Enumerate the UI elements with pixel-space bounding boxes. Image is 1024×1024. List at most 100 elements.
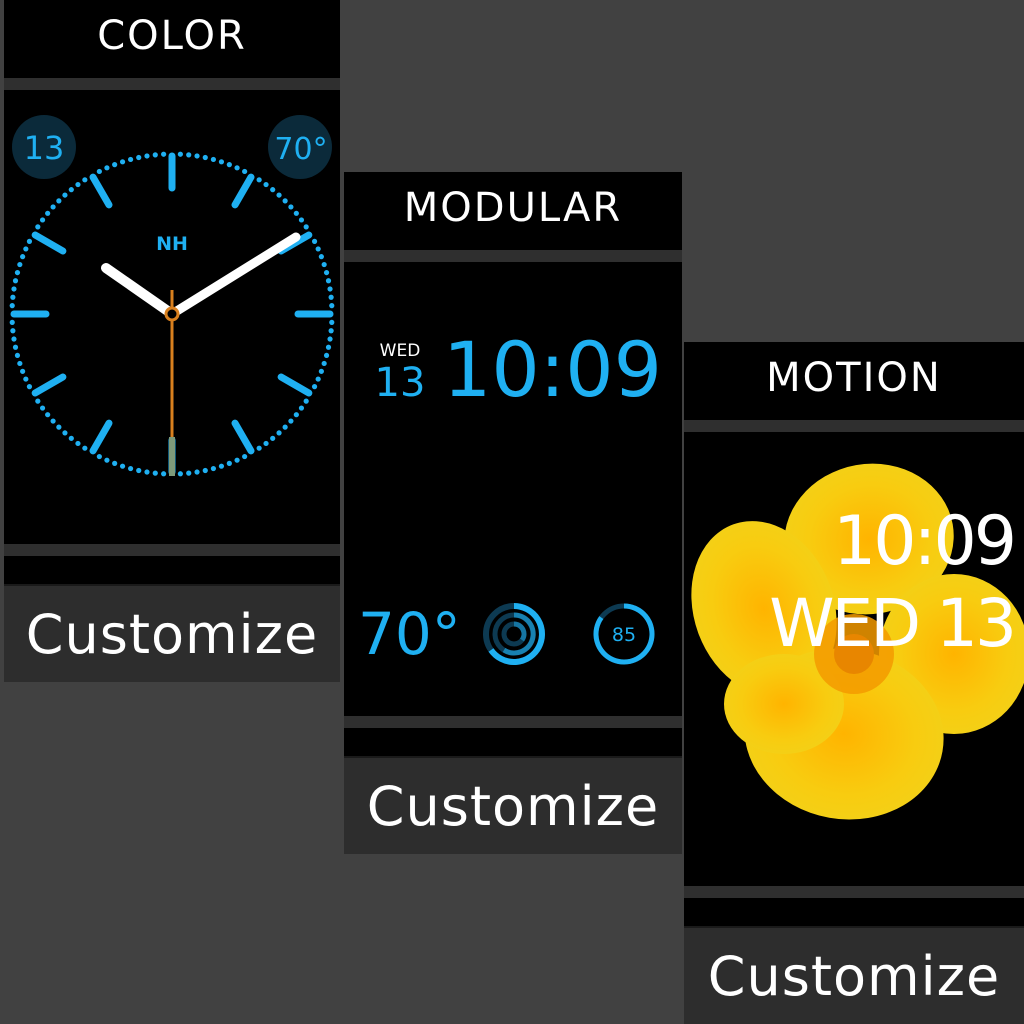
motion-face-card[interactable]: MOTION 10:09 WED 13 Customize	[684, 342, 1024, 1024]
minute-dot	[329, 319, 335, 325]
minute-dot	[50, 418, 56, 424]
minute-dot	[270, 435, 276, 441]
divider	[684, 886, 1024, 898]
minute-dot	[23, 376, 29, 382]
minute-dot	[263, 440, 269, 447]
modular-face-title: MODULAR	[403, 185, 623, 231]
minute-dot	[96, 453, 102, 460]
minute-dot	[242, 453, 248, 460]
date-complication[interactable]: 13	[24, 129, 65, 167]
minute-dot	[311, 238, 318, 244]
minute-dot	[328, 294, 334, 300]
minute-hand	[167, 232, 301, 319]
motion-watch-face[interactable]: 10:09 WED 13	[684, 434, 1024, 884]
minute-dot	[39, 405, 46, 411]
minute-dot	[325, 344, 332, 350]
minute-dot	[288, 418, 294, 424]
hour-tick	[31, 231, 67, 255]
minute-dot	[210, 156, 217, 163]
minute-dot	[202, 154, 208, 161]
minute-dot	[45, 412, 51, 418]
color-watch-face[interactable]: 13 70° NH	[4, 92, 340, 542]
minute-dot	[318, 254, 324, 260]
minute-dot	[119, 159, 126, 165]
minute-dot	[328, 328, 334, 334]
minute-dot	[144, 153, 150, 159]
temperature-complication[interactable]: 70°	[358, 600, 461, 668]
minute-dot	[161, 471, 167, 477]
minute-dot	[288, 204, 294, 210]
minute-dot	[329, 303, 335, 309]
hour-tick	[277, 373, 313, 397]
hour-tick	[231, 419, 255, 455]
hour-hand	[101, 263, 177, 319]
minute-dot	[325, 278, 332, 284]
minute-dot	[136, 154, 142, 161]
minute-dot	[112, 162, 118, 168]
minute-dot	[9, 303, 15, 309]
color-face-card[interactable]: COLOR 13 70° NH Customize	[4, 0, 340, 682]
minute-dot	[10, 328, 16, 334]
minute-dot	[136, 467, 142, 474]
monogram: NH	[156, 233, 188, 255]
minute-dot	[23, 246, 29, 252]
minute-dot	[26, 384, 33, 390]
minute-dot	[9, 319, 15, 325]
customize-button[interactable]: Customize	[684, 926, 1024, 1024]
motion-time: 10:09	[833, 502, 1014, 581]
minute-dot	[17, 360, 23, 367]
minute-dot	[119, 463, 126, 469]
minute-dot	[226, 460, 232, 466]
customize-button[interactable]: Customize	[344, 756, 682, 854]
minute-dot	[11, 286, 17, 292]
minute-dot	[226, 162, 232, 168]
minute-dot	[56, 198, 62, 204]
minute-dot	[298, 217, 305, 223]
battery-value: 85	[612, 624, 636, 646]
minute-dot	[315, 376, 321, 382]
minute-dot	[293, 210, 299, 216]
minute-dot	[62, 430, 68, 436]
minute-dot	[263, 181, 269, 188]
minute-dot	[186, 470, 192, 476]
minute-dot	[39, 217, 46, 223]
battery-complication[interactable]: 85	[593, 603, 655, 665]
modular-face-card[interactable]: MODULAR WED 13 10:09 70° 85 Customize	[344, 172, 682, 854]
minute-dot	[323, 269, 330, 276]
minute-dot	[256, 445, 262, 451]
minute-dot	[62, 192, 68, 198]
minute-dot	[218, 159, 225, 165]
minute-dot	[276, 430, 282, 436]
divider	[4, 78, 340, 90]
minute-dot	[282, 198, 288, 204]
minute-dot	[10, 294, 16, 300]
minute-dot	[12, 344, 19, 350]
minute-dot	[50, 204, 56, 210]
hour-tick	[231, 173, 255, 209]
minute-dot	[56, 424, 62, 430]
modular-watch-face[interactable]: WED 13 10:09 70° 85	[344, 264, 682, 714]
minute-dot	[152, 470, 158, 476]
hour-tick	[89, 173, 113, 209]
hour-tick	[89, 419, 113, 455]
customize-button[interactable]: Customize	[4, 584, 340, 682]
minute-dot	[127, 156, 134, 163]
temp-complication[interactable]: 70°	[274, 132, 327, 167]
minute-dot	[318, 368, 324, 374]
minute-dot	[234, 457, 240, 463]
minute-dot	[82, 445, 88, 451]
modular-layout: WED 13 10:09 70° 85	[358, 325, 662, 668]
minute-dot	[68, 435, 74, 441]
minute-dot	[186, 152, 192, 158]
minute-dot	[315, 246, 321, 252]
minute-dot	[202, 467, 208, 474]
minute-dot	[14, 352, 21, 359]
motion-face-title: MOTION	[766, 355, 942, 401]
color-face-title: COLOR	[97, 13, 247, 59]
minute-dot	[26, 238, 33, 244]
flower-illustration: 10:09 WED 13	[691, 463, 1024, 820]
minute-dot	[218, 463, 225, 469]
minute-dot	[234, 165, 240, 171]
activity-rings-icon[interactable]	[483, 603, 545, 665]
minute-dot	[282, 424, 288, 430]
